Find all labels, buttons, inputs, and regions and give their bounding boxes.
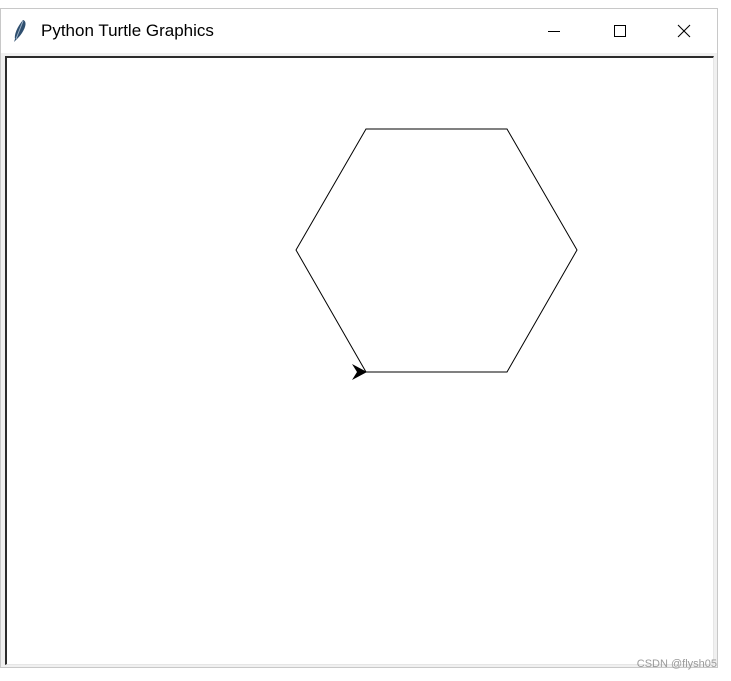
turtle-arrow-icon bbox=[352, 364, 367, 380]
window-title: Python Turtle Graphics bbox=[41, 21, 214, 40]
title-bar[interactable]: Python Turtle Graphics bbox=[1, 9, 717, 53]
close-button[interactable] bbox=[651, 9, 717, 53]
drawing-surface bbox=[295, 128, 578, 380]
turtle-window: Python Turtle Graphics bbox=[0, 8, 718, 668]
minimize-button[interactable] bbox=[521, 9, 587, 53]
turtle-canvas[interactable] bbox=[5, 56, 714, 665]
minimize-icon bbox=[548, 31, 560, 32]
watermark: CSDN @flysh05 bbox=[636, 658, 717, 670]
feather-icon bbox=[14, 20, 26, 42]
close-icon bbox=[677, 24, 691, 38]
screen: Python Turtle Graphics CSDN @flysh05 bbox=[0, 0, 731, 681]
maximize-icon bbox=[614, 25, 626, 37]
maximize-button[interactable] bbox=[587, 9, 653, 53]
hexagon-shape bbox=[295, 128, 578, 373]
